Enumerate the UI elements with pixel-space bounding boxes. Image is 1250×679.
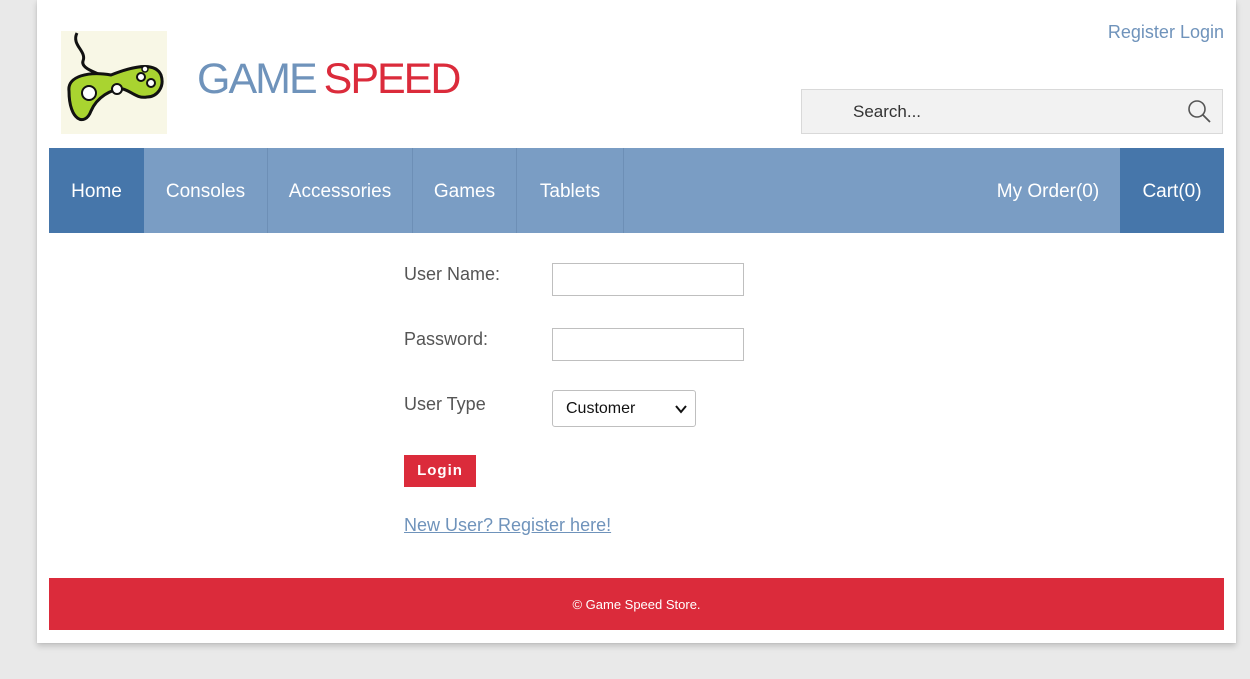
- main-nav: Home Consoles Accessories Games Tablets …: [49, 148, 1224, 233]
- auth-links: Register Login: [1108, 22, 1224, 43]
- nav-item-my-order[interactable]: My Order(0): [977, 148, 1119, 233]
- search-icon[interactable]: [1186, 98, 1212, 124]
- usertype-value: Customer: [566, 400, 636, 417]
- game-controller-icon[interactable]: [61, 31, 167, 134]
- username-field[interactable]: [552, 263, 744, 296]
- login-link[interactable]: Login: [1180, 22, 1224, 42]
- site-footer: © Game Speed Store.: [49, 578, 1224, 630]
- search-box[interactable]: Search...: [801, 89, 1223, 134]
- nav-item-tablets[interactable]: Tablets: [517, 148, 624, 233]
- nav-item-home[interactable]: Home: [49, 148, 144, 233]
- username-label: User Name:: [404, 264, 501, 284]
- login-button[interactable]: Login: [404, 455, 476, 487]
- new-user-register-link[interactable]: New User? Register here!: [404, 515, 611, 536]
- site-logo[interactable]: GAME SPEED: [197, 55, 462, 103]
- nav-item-cart[interactable]: Cart(0): [1120, 148, 1224, 233]
- chevron-down-icon: [675, 405, 687, 414]
- usertype-select[interactable]: Customer: [552, 390, 696, 427]
- nav-item-consoles[interactable]: Consoles: [144, 148, 268, 233]
- search-input[interactable]: Search...: [853, 102, 921, 122]
- nav-item-games[interactable]: Games: [413, 148, 517, 233]
- password-field[interactable]: [552, 328, 744, 361]
- password-label: Password:: [404, 329, 489, 349]
- nav-item-accessories[interactable]: Accessories: [268, 148, 413, 233]
- logo-word-speed: SPEED: [323, 55, 462, 103]
- footer-text: © Game Speed Store.: [572, 597, 701, 612]
- logo-word-game: GAME: [197, 55, 318, 103]
- register-link[interactable]: Register: [1108, 22, 1175, 42]
- site-header: GAME SPEED Register Login Search...: [37, 0, 1236, 148]
- usertype-label: User Type: [404, 394, 486, 414]
- page-container: GAME SPEED Register Login Search... Home …: [37, 0, 1236, 643]
